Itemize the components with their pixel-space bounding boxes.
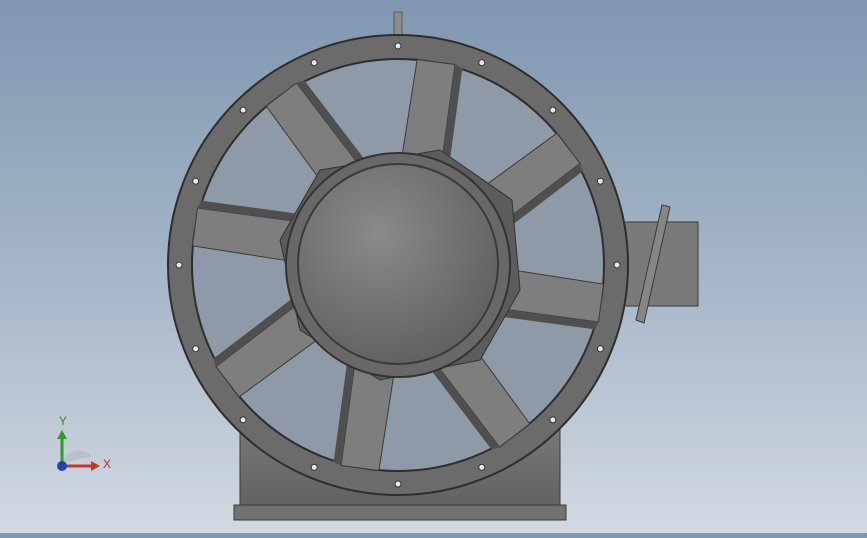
bolt-hole [175, 261, 183, 269]
bolt-hole [192, 177, 200, 185]
bolt-hole [239, 416, 247, 424]
bolt-hole [394, 42, 402, 50]
bolt-hole [596, 177, 604, 185]
x-axis-label: X [103, 457, 112, 471]
bolt-hole [394, 480, 402, 488]
bolt-hole [310, 59, 318, 67]
bolt-hole [478, 463, 486, 471]
bolt-hole [192, 345, 200, 353]
y-axis-label: Y [59, 414, 68, 428]
graphics-viewport[interactable]: Y X [0, 0, 867, 533]
bolt-hole [310, 463, 318, 471]
axis-triad: Y X [40, 408, 120, 488]
z-axis-dot [57, 461, 67, 471]
bolt-hole [478, 59, 486, 67]
bolt-hole [239, 106, 247, 114]
bolt-hole [613, 261, 621, 269]
bolt-hole [596, 345, 604, 353]
bolt-hole [549, 106, 557, 114]
bolt-hole [549, 416, 557, 424]
fan-model[interactable] [0, 0, 867, 533]
